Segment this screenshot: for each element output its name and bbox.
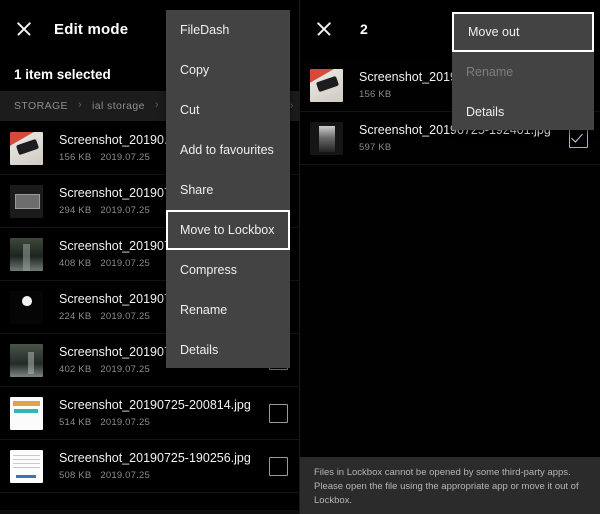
menu-item-rename: Rename	[466, 65, 514, 79]
panel-divider	[299, 0, 300, 514]
file-name: Screenshot_20190725-190256.jpg	[59, 451, 251, 465]
file-name: Screenshot_20190725-200814.jpg	[59, 398, 251, 412]
file-size: 514 KB	[59, 417, 92, 428]
menu-item-rename[interactable]: Rename	[166, 290, 290, 330]
file-date: 2019.07.25	[100, 152, 150, 163]
thumb-dark-screen	[10, 184, 43, 218]
menu-item-compress[interactable]: Compress	[166, 250, 290, 290]
table-row[interactable]: Screenshot_20190725-190256.jpg 508 KB 2019…	[0, 440, 300, 493]
thumb-document	[10, 449, 43, 483]
file-meta: Screenshot_20190725-200814.jpg 514 KB 2019…	[59, 398, 269, 428]
file-date: 2019.07.25	[100, 311, 150, 322]
file-subtitle: 514 KB 2019.07.25	[59, 417, 269, 428]
file-size: 294 KB	[59, 205, 92, 216]
file-date: 2019.07.25	[100, 258, 150, 269]
thumb-web-page	[10, 396, 43, 430]
left-bottom-strip	[0, 510, 300, 514]
file-date: 2019.07.25	[100, 470, 150, 481]
right-context-menu[interactable]: Move out Rename Details	[452, 12, 594, 130]
menu-item-copy[interactable]: Copy	[166, 50, 290, 90]
lockbox-info-toast: Files in Lockbox cannot be opened by som…	[300, 457, 600, 514]
thumb-alley-night	[10, 237, 43, 271]
breadcrumb-separator-icon: ›	[77, 99, 83, 111]
file-size: 508 KB	[59, 470, 92, 481]
file-date: 2019.07.25	[100, 205, 150, 216]
menu-item-details[interactable]: Details	[452, 92, 594, 132]
close-icon[interactable]	[314, 19, 334, 39]
file-size: 156 KB	[359, 89, 392, 100]
file-size: 408 KB	[59, 258, 92, 269]
page-title: Edit mode	[54, 20, 129, 38]
file-size: 224 KB	[59, 311, 92, 322]
close-icon[interactable]	[14, 19, 34, 39]
menu-item-cut[interactable]: Cut	[166, 90, 290, 130]
file-subtitle: 508 KB 2019.07.25	[59, 470, 269, 481]
thumb-app-logo	[10, 290, 43, 324]
file-size: 156 KB	[59, 152, 92, 163]
thumb-phone-on-desk	[10, 131, 43, 165]
breadcrumb-item-internal-storage[interactable]: ial storage	[92, 100, 145, 112]
file-meta: Screenshot_20190725-190256.jpg 508 KB 2019…	[59, 451, 269, 481]
thumb-alley-night-2	[10, 343, 43, 377]
file-subtitle: 597 KB	[359, 142, 569, 153]
menu-item-details[interactable]: Details	[166, 330, 290, 370]
file-size: 402 KB	[59, 364, 92, 375]
selected-count-title: 2	[360, 21, 368, 37]
thumb-phone-on-desk	[310, 68, 343, 102]
thumb-portrait	[310, 121, 343, 155]
file-date: 2019.07.25	[100, 417, 150, 428]
breadcrumb-item-storage[interactable]: STORAGE	[14, 100, 68, 112]
menu-item-filedash[interactable]: FileDash	[166, 10, 290, 50]
menu-item-share[interactable]: Share	[166, 170, 290, 210]
table-row[interactable]: Screenshot_20190725-200814.jpg 514 KB 2019…	[0, 387, 300, 440]
file-checkbox[interactable]	[269, 456, 288, 476]
menu-item-move-out[interactable]: Move out	[452, 12, 594, 52]
file-checkbox[interactable]	[269, 403, 288, 423]
menu-item-move-to-lockbox[interactable]: Move to Lockbox	[166, 210, 290, 250]
left-context-menu[interactable]: FileDash Copy Cut Add to favourites Share Mov…	[166, 10, 290, 368]
menu-item-add-to-favourites[interactable]: Add to favourites	[166, 130, 290, 170]
bottom-strip	[300, 510, 600, 514]
file-date: 2019.07.25	[100, 364, 150, 375]
file-size: 597 KB	[359, 142, 392, 153]
breadcrumb-separator-icon: ›	[154, 99, 159, 111]
